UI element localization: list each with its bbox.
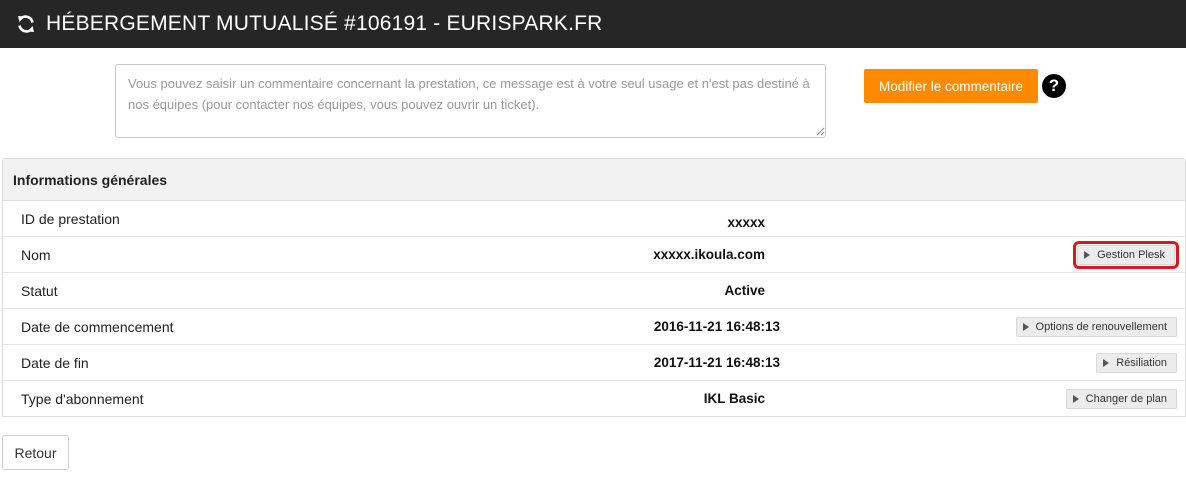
- play-arrow-icon: [1022, 323, 1029, 331]
- edit-comment-button[interactable]: Modifier le commentaire: [864, 69, 1038, 103]
- row-label: Nom: [21, 247, 51, 263]
- plesk-management-button[interactable]: Gestion Plesk: [1073, 241, 1179, 269]
- change-plan-button[interactable]: Changer de plan: [1065, 389, 1177, 409]
- button-label: Changer de plan: [1085, 393, 1167, 405]
- renewal-options-button[interactable]: Options de renouvellement: [1015, 317, 1177, 337]
- row-label: Date de fin: [21, 355, 89, 371]
- info-row-end-date: Date de fin 2017-11-21 16:48:13 Résiliat…: [3, 345, 1185, 381]
- info-row-start-date: Date de commencement 2016-11-21 16:48:13…: [3, 309, 1185, 345]
- comment-textarea[interactable]: [115, 64, 826, 138]
- info-row-status: Statut Active: [3, 273, 1185, 309]
- refresh-icon[interactable]: [16, 13, 38, 35]
- button-label: Résiliation: [1116, 357, 1167, 369]
- row-value: xxxxx: [727, 215, 765, 230]
- back-button[interactable]: Retour: [2, 435, 69, 470]
- play-arrow-icon: [1072, 395, 1079, 403]
- play-arrow-icon: [1084, 251, 1091, 259]
- info-row-id: ID de prestation xxxxx: [3, 201, 1185, 237]
- row-label: Date de commencement: [21, 319, 174, 335]
- row-value: 2017-11-21 16:48:13: [653, 355, 780, 370]
- termination-button[interactable]: Résiliation: [1096, 353, 1177, 373]
- row-value: 2016-11-21 16:48:13: [653, 319, 780, 334]
- question-circle-icon[interactable]: ?: [1042, 74, 1066, 98]
- row-value: xxxxx.ikoula.com: [653, 247, 765, 262]
- row-label: ID de prestation: [21, 211, 120, 227]
- page-title: HÉBERGEMENT MUTUALISÉ #106191 - EURISPAR…: [46, 12, 603, 35]
- row-label: Type d'abonnement: [21, 391, 144, 407]
- page-header: HÉBERGEMENT MUTUALISÉ #106191 - EURISPAR…: [0, 0, 1186, 48]
- play-arrow-icon: [1103, 359, 1110, 367]
- general-info-panel: Informations générales ID de prestation …: [2, 158, 1186, 417]
- info-row-subscription: Type d'abonnement IKL Basic Changer de p…: [3, 381, 1185, 417]
- resize-grip-icon[interactable]: [815, 126, 825, 136]
- button-label: Options de renouvellement: [1035, 321, 1167, 333]
- panel-title: Informations générales: [3, 159, 1185, 201]
- button-label: Gestion Plesk: [1097, 249, 1165, 261]
- row-value: IKL Basic: [703, 391, 765, 406]
- row-label: Statut: [21, 283, 58, 299]
- status-value: Active: [724, 283, 765, 298]
- info-row-name: Nom xxxxx.ikoula.com Gestion Plesk: [3, 237, 1185, 273]
